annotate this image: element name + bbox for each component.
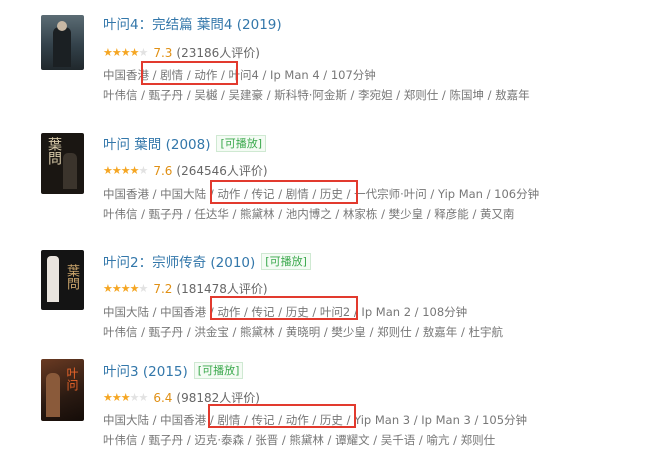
movie-rating: ★★★★★ 7.6 (264546人评价) <box>103 163 268 179</box>
rating-score: 7.3 <box>153 46 173 60</box>
rating-score: 6.4 <box>153 391 173 405</box>
playable-badge[interactable]: [可播放] <box>261 253 311 270</box>
rating-votes: (264546人评价) <box>176 164 268 178</box>
star-rating-icon: ★★★★★ <box>103 391 148 404</box>
movie-title[interactable]: 叶问3 (2015) [可播放] <box>103 362 244 381</box>
movie-poster[interactable]: 葉問 <box>41 133 84 194</box>
movie-cast: 叶伟信 / 甄子丹 / 吴樾 / 吴建豪 / 斯科特·阿金斯 / 李宛妲 / 郑… <box>103 88 530 102</box>
movie-title[interactable]: 叶问 葉問 (2008) [可播放] <box>103 135 267 154</box>
star-rating-icon: ★★★★★ <box>103 164 148 177</box>
movie-title[interactable]: 叶问4：完结篇 葉問4 (2019) <box>103 16 282 34</box>
movie-cast: 叶伟信 / 甄子丹 / 洪金宝 / 熊黛林 / 黄晓明 / 樊少皇 / 郑则仕 … <box>103 325 503 339</box>
highlight-box <box>210 296 358 320</box>
rating-score: 7.6 <box>153 164 173 178</box>
playable-badge[interactable]: [可播放] <box>216 135 267 152</box>
highlight-box <box>141 61 238 85</box>
movie-cast: 叶伟信 / 甄子丹 / 任达华 / 熊黛林 / 池内博之 / 林家栋 / 樊少皇… <box>103 207 515 221</box>
movie-rating: ★★★★★ 7.3 (23186人评价) <box>103 45 260 61</box>
rating-score: 7.2 <box>153 282 173 296</box>
highlight-box <box>210 180 358 204</box>
star-rating-icon: ★★★★★ <box>103 282 148 295</box>
movie-poster[interactable]: 葉問 <box>41 250 84 310</box>
movie-title[interactable]: 叶问2：宗师传奇 (2010) [可播放] <box>103 253 311 272</box>
movie-rating: ★★★★★ 7.2 (181478人评价) <box>103 281 268 297</box>
rating-votes: (23186人评价) <box>176 46 260 60</box>
movie-poster[interactable] <box>41 15 84 70</box>
star-rating-icon: ★★★★★ <box>103 46 148 59</box>
movie-poster[interactable]: 叶问 <box>41 359 84 421</box>
rating-votes: (181478人评价) <box>176 282 268 296</box>
movie-cast: 叶伟信 / 甄子丹 / 迈克·泰森 / 张晋 / 熊黛林 / 谭耀文 / 吴千语… <box>103 433 496 447</box>
playable-badge[interactable]: [可播放] <box>193 362 244 379</box>
highlight-box <box>208 404 356 428</box>
